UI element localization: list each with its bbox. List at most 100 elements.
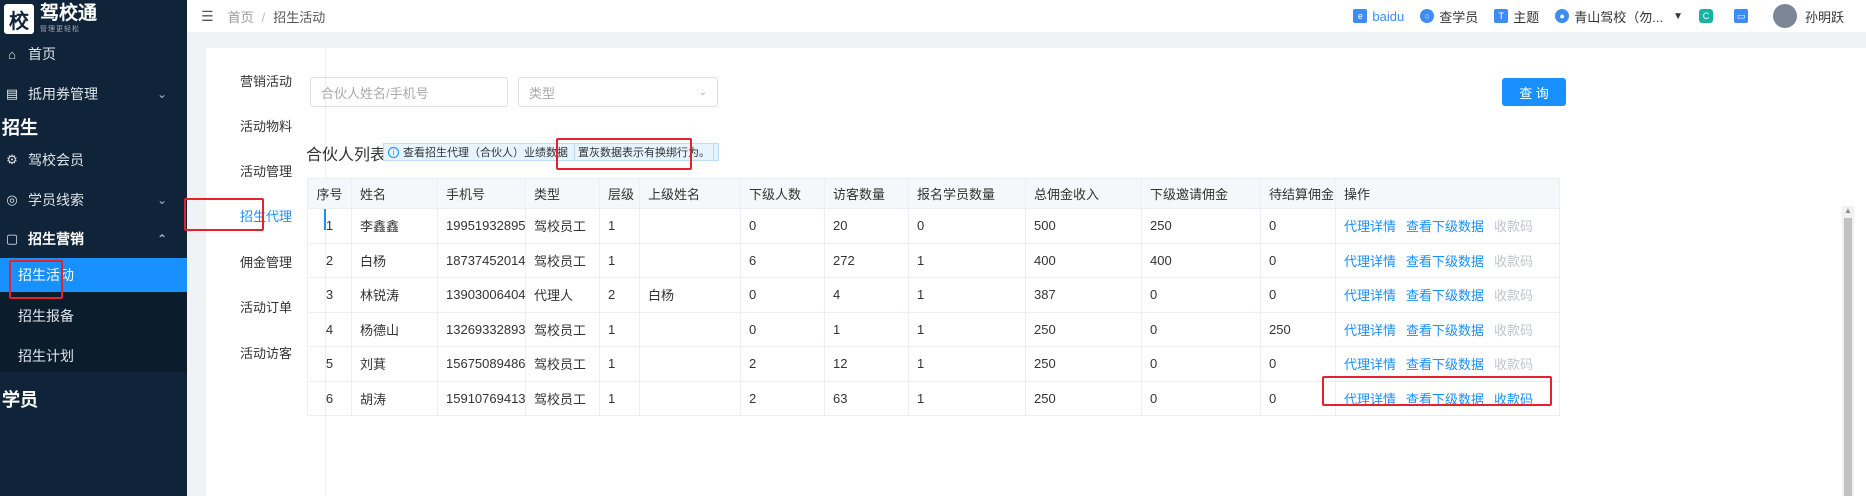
table-cell-invite: 0	[1141, 346, 1261, 382]
table-cell-type: 驾校员工	[525, 242, 600, 278]
table-cell-phone: 18737452014	[437, 242, 526, 278]
sub-data-link[interactable]: 查看下级数据	[1406, 219, 1484, 234]
menu-fold-icon[interactable]: ☰	[201, 8, 214, 25]
sub-data-link[interactable]: 查看下级数据	[1406, 254, 1484, 269]
table-cell-total: 500	[1025, 208, 1142, 244]
table-cell-visitors: 4	[824, 277, 909, 313]
school-switcher[interactable]: ● 青山驾校（勿... ▼	[1555, 7, 1683, 26]
scroll-up-icon: ▲	[1844, 206, 1852, 215]
qr-code-link[interactable]: 收款码	[1494, 392, 1533, 407]
sidebar-item-plan[interactable]: 招生计划	[0, 340, 187, 372]
table-cell-phone: 13903006404	[437, 277, 526, 313]
agent-detail-link[interactable]: 代理详情	[1344, 323, 1396, 338]
table-cell-visitors: 20	[824, 208, 909, 244]
table-cell-parent	[639, 380, 741, 416]
sub-data-link[interactable]: 查看下级数据	[1406, 288, 1484, 303]
sidebar-item-marketing[interactable]: ▢ 招生营销 ⌃	[0, 220, 187, 258]
table-cell-signups: 1	[908, 277, 1026, 313]
breadcrumb-home[interactable]: 首页	[228, 10, 254, 25]
sidebar-item-home[interactable]: ⌂ 首页	[0, 38, 187, 70]
table-scrollbar[interactable]: ▲	[1842, 206, 1854, 496]
table-cell-parent	[639, 242, 741, 278]
find-student-link[interactable]: ○ 查学员	[1420, 7, 1478, 26]
table-cell-phone: 15910769413	[437, 380, 526, 416]
search-icon: ○	[1420, 9, 1435, 23]
table-cell-pending: 0	[1260, 208, 1336, 244]
table-cell-actions: 代理详情 查看下级数据 收款码	[1335, 242, 1560, 278]
sidebar-item-leads[interactable]: ◎ 学员线索 ⌄	[0, 180, 187, 220]
top-header: ☰ 首页 / 招生活动 e baidu ○ 查学员 T 主题 ● 青山驾校（勿...…	[187, 0, 1866, 32]
sidebar-item-label: 招生计划	[18, 348, 74, 364]
table-cell-parent	[639, 311, 741, 347]
table-cell-level: 1	[599, 311, 640, 347]
table-cell-phone: 15675089486	[437, 346, 526, 382]
column-header: 序号	[307, 178, 352, 209]
qr-code-link: 收款码	[1494, 322, 1534, 338]
scrollbar-thumb[interactable]	[1844, 218, 1852, 496]
table-cell-no: 6	[307, 380, 352, 416]
table-cell-name: 李鑫鑫	[351, 208, 438, 244]
avatar	[1772, 4, 1797, 28]
theme-link[interactable]: T 主题	[1494, 7, 1539, 26]
sidebar-item-voucher[interactable]: ▤ 抵用券管理 ⌄	[0, 70, 187, 118]
main-card: 营销活动 活动物料 活动管理 招生代理 佣金管理 活动订单 活动访客 合伙人姓名…	[184, 48, 1866, 496]
table-cell-invite: 0	[1141, 311, 1261, 347]
type-select[interactable]: 类型 ⌄	[518, 77, 718, 107]
table-cell-invite: 0	[1141, 277, 1261, 313]
table-cell-name: 胡涛	[351, 380, 438, 416]
table-cell-signups: 1	[908, 346, 1026, 382]
table-cell-actions: 代理详情 查看下级数据 收款码	[1335, 277, 1560, 313]
baidu-link[interactable]: e baidu	[1353, 9, 1404, 24]
table-cell-subs: 6	[740, 242, 825, 278]
list-title: 合伙人列表	[306, 147, 387, 164]
agent-detail-link[interactable]: 代理详情	[1344, 288, 1396, 303]
subnav-item-marketing[interactable]: 营销活动	[206, 71, 326, 90]
query-button[interactable]: 查 询	[1502, 78, 1566, 106]
refresh-icon: C	[1698, 9, 1713, 23]
agent-detail-link[interactable]: 代理详情	[1344, 392, 1396, 407]
table-cell-actions: 代理详情 查看下级数据 收款码	[1335, 346, 1560, 382]
agent-detail-link[interactable]: 代理详情	[1344, 254, 1396, 269]
partner-search-input[interactable]: 合伙人姓名/手机号	[310, 77, 508, 107]
sub-data-link[interactable]: 查看下级数据	[1406, 392, 1484, 407]
qr-code-link: 收款码	[1494, 288, 1534, 304]
table-cell-visitors: 12	[824, 346, 909, 382]
chevron-down-icon: ⌄	[156, 87, 167, 101]
logo-badge: 校	[4, 4, 34, 34]
sub-data-link[interactable]: 查看下级数据	[1406, 357, 1484, 372]
refresh-button[interactable]: C	[1698, 9, 1718, 23]
table-cell-visitors: 272	[824, 242, 909, 278]
column-header: 下级邀请佣金	[1141, 178, 1261, 209]
table-cell-total: 250	[1025, 311, 1142, 347]
sub-data-link[interactable]: 查看下级数据	[1406, 323, 1484, 338]
table-cell-pending: 0	[1260, 346, 1336, 382]
chevron-up-icon: ⌃	[156, 232, 167, 246]
info-note: 置灰数据表示有换绑行为。	[574, 143, 714, 161]
agent-detail-link[interactable]: 代理详情	[1344, 357, 1396, 372]
monitor-button[interactable]: ▭	[1733, 9, 1753, 23]
table-cell-level: 2	[599, 277, 640, 313]
column-header: 待结算佣金	[1260, 178, 1336, 209]
table-cell-pending: 250	[1260, 311, 1336, 347]
subnav-item-materials[interactable]: 活动物料	[206, 116, 326, 135]
table-cell-total: 250	[1025, 380, 1142, 416]
table-cell-name: 白杨	[351, 242, 438, 278]
breadcrumb: 首页 / 招生活动	[227, 9, 326, 25]
table-cell-parent: 白杨	[639, 277, 741, 313]
column-header: 类型	[525, 178, 600, 209]
sidebar-item-member[interactable]: ⚙ 驾校会员	[0, 140, 187, 180]
column-header: 总佣金收入	[1025, 178, 1142, 209]
sidebar-item-activity[interactable]: 招生活动	[0, 258, 187, 292]
table-cell-phone: 13269332893	[437, 311, 526, 347]
table-cell-invite: 0	[1141, 380, 1261, 416]
sidebar-item-report[interactable]: 招生报备	[0, 292, 187, 340]
table-cell-type: 代理人	[525, 277, 600, 313]
table-row: 5 刘萁 15675089486 驾校员工 1 2 12 1 250 0 0 代理详情 查看下级数据 收款…	[307, 346, 1560, 382]
table-cell-invite: 400	[1141, 242, 1261, 278]
baidu-icon: e	[1353, 9, 1368, 23]
table-cell-pending: 0	[1260, 242, 1336, 278]
user-menu[interactable]: 孙明跃	[1772, 4, 1844, 28]
table-cell-total: 400	[1025, 242, 1142, 278]
agent-detail-link[interactable]: 代理详情	[1344, 219, 1396, 234]
info-tag: i 查看招生代理（合伙人）业绩数据 置灰数据表示有换绑行为。	[383, 143, 719, 161]
